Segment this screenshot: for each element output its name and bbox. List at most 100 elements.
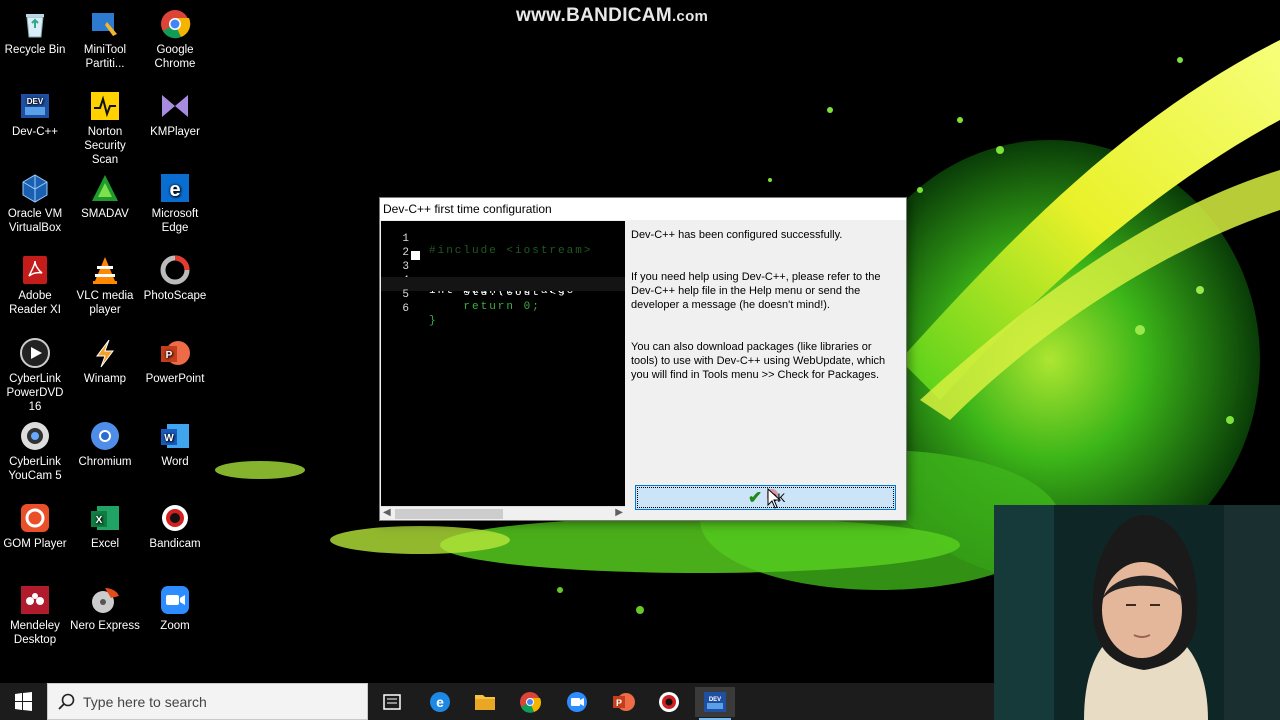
taskbar-bandicam[interactable] bbox=[649, 687, 689, 717]
svg-text:X: X bbox=[96, 515, 103, 526]
scroll-right-icon[interactable]: ▶ bbox=[615, 507, 623, 518]
taskbar: e P DEV bbox=[0, 683, 994, 720]
code-line: 2 bbox=[402, 247, 409, 259]
desktop-icon-powerpoint[interactable]: P PowerPoint bbox=[140, 337, 210, 386]
desktop-icon-devcpp[interactable]: DEV Dev-C++ bbox=[0, 90, 70, 139]
icon-label: Google Chrome bbox=[154, 44, 196, 70]
icon-label: PowerPoint bbox=[145, 373, 205, 385]
ok-button[interactable]: ✔ OK bbox=[635, 485, 896, 510]
desktop-icon-norton[interactable]: Norton Security Scan bbox=[70, 90, 140, 167]
icon-label: Winamp bbox=[83, 373, 127, 385]
taskbar-devcpp[interactable]: DEV bbox=[695, 687, 735, 720]
desktop-icon-vlc[interactable]: VLC media player bbox=[70, 254, 140, 317]
desktop-icon-google-chrome[interactable]: Google Chrome bbox=[140, 8, 210, 71]
code-line: 6 } bbox=[402, 303, 438, 327]
icon-label: Mendeley Desktop bbox=[10, 620, 60, 646]
powerpoint-icon: P bbox=[613, 693, 635, 711]
webcam-person-image bbox=[994, 505, 1280, 720]
taskbar-file-explorer[interactable] bbox=[465, 687, 505, 717]
desktop-icon-zoom[interactable]: Zoom bbox=[140, 584, 210, 633]
winamp-icon bbox=[96, 339, 114, 368]
webcam-overlay bbox=[994, 505, 1280, 720]
adobe-reader-icon bbox=[23, 256, 47, 284]
bandicam-icon bbox=[162, 505, 188, 531]
code-preview: 1 #include <iostream> 2 3 int main(int a… bbox=[381, 221, 625, 506]
desktop-icon-nero[interactable]: Nero Express bbox=[70, 584, 140, 633]
youcam-icon bbox=[21, 422, 49, 450]
desktop-icon-recycle-bin[interactable]: Recycle Bin bbox=[0, 8, 70, 57]
icon-label: KMPlayer bbox=[150, 126, 200, 138]
powerpoint-icon: P bbox=[161, 341, 190, 365]
vlc-icon bbox=[93, 257, 117, 284]
norton-icon bbox=[91, 92, 119, 120]
icon-label: Word bbox=[161, 456, 189, 468]
desktop-icon-mendeley[interactable]: Mendeley Desktop bbox=[0, 584, 70, 647]
icon-label: Excel bbox=[90, 538, 120, 550]
icon-label: Dev-C++ bbox=[11, 126, 59, 138]
windows-icon bbox=[15, 692, 32, 711]
devcpp-icon: DEV bbox=[21, 94, 49, 118]
svg-text:P: P bbox=[166, 350, 173, 361]
dialog-title: Dev-C++ first time configuration bbox=[380, 198, 906, 220]
icon-label: Chromium bbox=[78, 456, 132, 468]
icon-label: SMADAV bbox=[81, 208, 129, 220]
desktop-icon-kmplayer[interactable]: KMPlayer bbox=[140, 90, 210, 139]
desktop-icon-edge[interactable]: e Microsoft Edge bbox=[140, 172, 210, 235]
desktop-icon-excel[interactable]: X Excel bbox=[70, 502, 140, 551]
desktop-icon-smadav[interactable]: SMADAV bbox=[70, 172, 140, 221]
desktop-icon-photoscape[interactable]: PhotoScape bbox=[140, 254, 210, 303]
desktop-icon-youcam[interactable]: CyberLink YouCam 5 bbox=[0, 420, 70, 483]
taskbar-search[interactable] bbox=[47, 683, 368, 720]
scroll-left-icon[interactable]: ◀ bbox=[383, 507, 391, 518]
desktop-icon-gom-player[interactable]: GOM Player bbox=[0, 502, 70, 551]
taskbar-task-view[interactable] bbox=[372, 687, 412, 717]
code-line: 4 std::cout << bbox=[402, 275, 576, 299]
info-text: Dev-C++ has been configured successfully… bbox=[631, 228, 899, 410]
info-paragraph: If you need help using Dev-C++, please r… bbox=[631, 271, 881, 311]
minitool-icon bbox=[92, 13, 117, 36]
start-button[interactable] bbox=[0, 683, 46, 720]
search-icon bbox=[58, 693, 75, 710]
desktop-icon-virtualbox[interactable]: Oracle VM VirtualBox bbox=[0, 172, 70, 235]
icon-label: Bandicam bbox=[149, 538, 201, 550]
excel-icon: X bbox=[91, 506, 119, 530]
desktop-icon-winamp[interactable]: Winamp bbox=[70, 337, 140, 386]
svg-text:W: W bbox=[164, 433, 174, 444]
taskbar-chrome[interactable] bbox=[510, 687, 550, 717]
info-paragraph: You can also download packages (like lib… bbox=[631, 341, 886, 381]
svg-text:e: e bbox=[436, 694, 444, 710]
recycle-bin-icon bbox=[26, 14, 44, 38]
icon-label: Nero Express bbox=[70, 620, 140, 632]
desktop-icon-bandicam[interactable]: Bandicam bbox=[140, 502, 210, 551]
powerdvd-icon bbox=[20, 338, 50, 368]
virtualbox-icon bbox=[22, 174, 48, 203]
photoscape-icon bbox=[160, 255, 190, 285]
desktop-icon-adobe-reader[interactable]: Adobe Reader XI bbox=[0, 254, 70, 317]
svg-text:e: e bbox=[169, 179, 180, 201]
icon-label: Recycle Bin bbox=[4, 44, 66, 56]
icon-label: VLC media player bbox=[76, 290, 134, 316]
breakpoint-marker bbox=[411, 251, 420, 260]
search-input[interactable] bbox=[83, 692, 353, 712]
desktop-icon-powerdvd[interactable]: CyberLink PowerDVD 16 bbox=[0, 337, 70, 414]
zoom-icon bbox=[161, 586, 189, 614]
chrome-icon bbox=[161, 10, 191, 39]
taskbar-zoom[interactable] bbox=[557, 687, 597, 717]
icon-label: Microsoft Edge bbox=[151, 208, 199, 234]
icon-label: Oracle VM VirtualBox bbox=[7, 208, 63, 234]
nero-icon bbox=[92, 588, 119, 613]
desktop-icon-chromium[interactable]: Chromium bbox=[70, 420, 140, 469]
desktop-icon-word[interactable]: W Word bbox=[140, 420, 210, 469]
taskbar-edge[interactable]: e bbox=[420, 687, 460, 717]
scroll-thumb[interactable] bbox=[395, 509, 503, 519]
bandicam-watermark: www.BANDICAM.com bbox=[516, 5, 709, 26]
smadav-icon bbox=[92, 175, 118, 201]
svg-text:DEV: DEV bbox=[709, 697, 721, 703]
desktop-icon-minitool[interactable]: MiniTool Partiti... bbox=[70, 8, 140, 71]
folder-icon bbox=[475, 695, 495, 710]
icon-label: CyberLink YouCam 5 bbox=[8, 456, 62, 482]
taskbar-powerpoint[interactable]: P bbox=[603, 687, 643, 717]
icon-label: CyberLink PowerDVD 16 bbox=[6, 373, 64, 413]
svg-text:DEV: DEV bbox=[27, 97, 44, 106]
horizontal-scrollbar[interactable]: ◀ ▶ bbox=[381, 506, 625, 520]
